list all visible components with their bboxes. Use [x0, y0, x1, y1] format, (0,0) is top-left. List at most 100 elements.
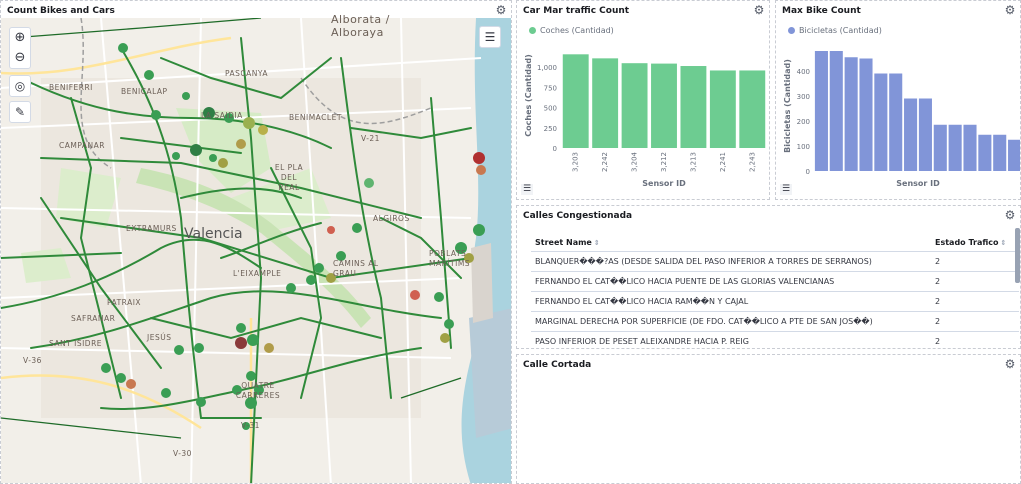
map-label-eixample: L'EIXAMPLE [233, 269, 282, 278]
bar [978, 134, 992, 171]
bar [948, 124, 962, 171]
table-row: MARGINAL DERECHA POR SUPERFICIE (DE FDO.… [531, 311, 1019, 332]
table-row: FERNANDO EL CAT��LICO HACIA PUENTE DE LA… [531, 271, 1019, 292]
bike-chart-svg: 0 100 200 300 400 Sensor ID Bicicletas (Cantid… [783, 51, 1020, 188]
measure-icon[interactable]: ✎ [9, 101, 31, 123]
column-label: Estado Trafico [935, 238, 999, 247]
map-label-jesus: JESÚS [147, 333, 172, 342]
map-label-v31: V-31 [241, 421, 260, 430]
map-label-v21: V-21 [361, 134, 380, 143]
table-row: PASO INFERIOR DE PESET ALEIXANDRE HACIA … [531, 331, 1019, 348]
bar [651, 63, 677, 148]
estado-cell: 2 [931, 311, 1019, 332]
street-cell: FERNANDO EL CAT��LICO HACIA RAM��N Y CAJ… [531, 291, 931, 312]
column-label: Street Name [535, 238, 592, 247]
bar [889, 73, 903, 171]
map-label-camins-grau: CAMINS AL GRAU [333, 259, 379, 278]
bar [829, 51, 843, 171]
bar [709, 70, 736, 148]
estado-cell: 2 [931, 291, 1019, 312]
map-label-safranar: SAFRANAR [71, 314, 116, 323]
gear-icon[interactable]: ⚙ [1003, 208, 1017, 222]
x-tick-label: 2,242 [601, 152, 609, 172]
table-title: Calles Congestionada [523, 211, 633, 221]
map-panel-title: Count Bikes and Cars [7, 6, 115, 16]
bar [904, 98, 918, 171]
bar [592, 58, 619, 148]
bar [933, 124, 947, 171]
sort-icon[interactable]: ⇕ [1001, 239, 1007, 247]
street-cell: BLANQUER���?AS (DESDE SALIDA DEL PASO IN… [531, 251, 931, 272]
list-icon[interactable]: ☰ [521, 184, 533, 195]
column-header-estado[interactable]: Estado Trafico ⇕ [931, 234, 1019, 252]
bike-chart-panel: Max Bike Count ⚙ Bicicletas (Cantidad) 0… [775, 0, 1021, 200]
map-label-city: Valencia [184, 226, 243, 242]
x-axis-label: Sensor ID [896, 179, 940, 188]
congested-streets-panel: Calles Congestionada ⚙ Street Name ⇕ Esta… [516, 205, 1021, 349]
map-label-patraix: PATRAIX [107, 298, 142, 307]
x-tick-label: 2,241 [719, 152, 727, 172]
bar [918, 98, 932, 171]
map-label-algiros: ALGIROS [373, 214, 410, 223]
y-tick-label: 750 [544, 84, 557, 92]
map-label-la-saidia: LA SAIDIA [201, 111, 243, 120]
y-tick-label: 500 [544, 105, 557, 113]
list-icon[interactable]: ☰ [780, 184, 792, 195]
x-tick-label: 3,203 [572, 152, 580, 172]
map-label-beniferri: BENIFERRI [49, 83, 93, 92]
minus-icon[interactable]: ⊖ [10, 48, 30, 68]
car-chart-svg: 0 250 500 750 1,000 3,203 2,242 3,204 3,212 3,213… [524, 54, 766, 188]
column-header-street[interactable]: Street Name ⇕ [531, 234, 931, 252]
bar [680, 66, 707, 148]
x-tick-label: 2,243 [748, 152, 756, 172]
y-tick-label: 0 [553, 145, 557, 153]
map-label-quatre-carreres: QUATRE CARRERES [235, 381, 281, 400]
bar [859, 58, 873, 171]
layers-icon[interactable]: ☰ [479, 26, 501, 48]
bar [621, 63, 648, 148]
y-tick-label: 1,000 [537, 64, 557, 72]
bar [874, 73, 888, 171]
y-tick-label: 400 [797, 68, 810, 76]
bar [844, 57, 858, 171]
bar [963, 124, 977, 171]
plus-icon[interactable]: ⊕ [10, 28, 30, 48]
table-row: BLANQUER���?AS (DESDE SALIDA DEL PASO IN… [531, 251, 1019, 272]
map-label-v30: V-30 [173, 449, 192, 458]
bar [993, 134, 1007, 171]
locate-icon[interactable]: ◎ [9, 75, 31, 97]
map-label-campanar: CAMPANAR [59, 141, 105, 150]
estado-cell: 2 [931, 331, 1019, 348]
y-tick-label: 200 [797, 118, 810, 126]
map-label-benimaclet: BENIMACLET [289, 113, 342, 122]
gear-icon[interactable]: ⚙ [1003, 357, 1017, 371]
x-tick-label: 3,204 [631, 151, 639, 172]
map-panel: Count Bikes and Cars ⚙ Alborata / Albora… [0, 0, 512, 484]
map-label-v36: V-36 [23, 356, 42, 365]
estado-cell: 2 [931, 251, 1019, 272]
bar [739, 70, 766, 148]
sort-icon[interactable]: ⇕ [594, 239, 600, 247]
congested-table: Street Name ⇕ Estado Trafico ⇕ BLANQUER���… [531, 234, 1019, 348]
map-label-pascanya: PASCANYA [225, 69, 269, 78]
y-tick-label: 100 [797, 143, 810, 151]
map-label-alboraya-alt: Alborata / [331, 13, 390, 26]
map-label-alboraya: Alboraya [331, 26, 384, 39]
estado-cell: 2 [931, 271, 1019, 292]
car-chart-panel: Car Mar traffic Count ⚙ Coches (Cantidad… [516, 0, 770, 200]
bar [814, 51, 828, 171]
map-label-extramurs: EXTRAMURS [126, 224, 177, 233]
y-tick-label: 250 [544, 125, 557, 133]
zoom-controls: ⊕ ⊖ [9, 27, 31, 69]
closed-street-panel: Calle Cortada ⚙ [516, 354, 1021, 484]
y-axis-label: Bicicletas (Cantidad) [783, 59, 792, 153]
table-scrollbar[interactable] [1015, 228, 1020, 283]
y-tick-label: 300 [797, 93, 810, 101]
street-cell: PASO INFERIOR DE PESET ALEIXANDRE HACIA … [531, 331, 931, 348]
map-label-pla-del-real: EL PLA DEL REAL [274, 163, 304, 192]
map-label-sant-isidre: SANT ISIDRE [49, 339, 103, 348]
x-tick-label: 3,213 [689, 152, 697, 172]
gear-icon[interactable]: ⚙ [494, 3, 508, 17]
street-cell: MARGINAL DERECHA POR SUPERFICIE (DE FDO.… [531, 311, 931, 332]
bar [562, 54, 589, 148]
